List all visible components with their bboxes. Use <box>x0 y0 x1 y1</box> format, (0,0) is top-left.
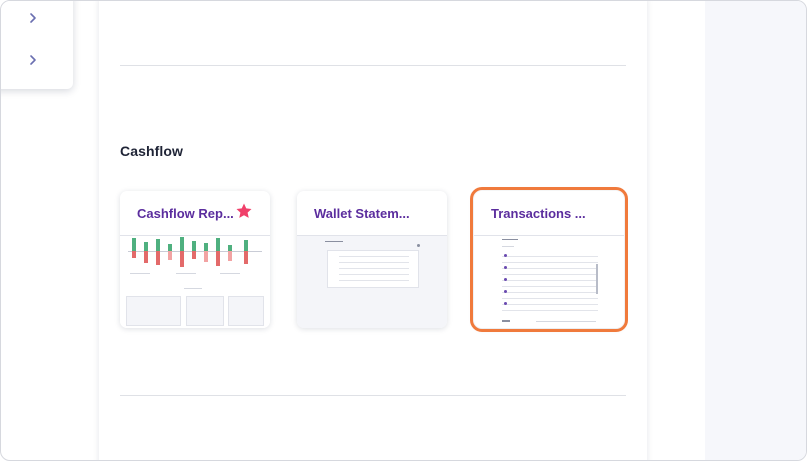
card-thumbnail <box>297 235 447 328</box>
chevron-right-icon[interactable] <box>27 11 39 25</box>
report-card-wallet-statement[interactable]: Wallet Statem... <box>297 191 447 328</box>
chevron-right-icon[interactable] <box>27 53 39 67</box>
card-thumbnail <box>120 235 270 328</box>
side-dropdown-menu <box>1 1 73 89</box>
section-title: Cashflow <box>120 143 184 159</box>
card-title: Wallet Statem... <box>314 206 410 221</box>
divider-top <box>120 65 626 66</box>
card-title: Cashflow Rep... <box>137 206 234 221</box>
star-icon[interactable] <box>235 202 253 220</box>
report-card-transactions[interactable]: Transactions ... <box>470 187 628 332</box>
card-title: Transactions ... <box>491 206 586 221</box>
divider-bottom <box>120 395 626 396</box>
report-card-cashflow[interactable]: Cashflow Rep... <box>120 191 270 328</box>
card-thumbnail <box>474 235 624 328</box>
right-gutter <box>705 1 806 460</box>
report-panel: Cashflow Cashflow Rep... Wallet Statem..… <box>99 1 647 460</box>
app-window: Cashflow Cashflow Rep... Wallet Statem..… <box>0 0 807 461</box>
